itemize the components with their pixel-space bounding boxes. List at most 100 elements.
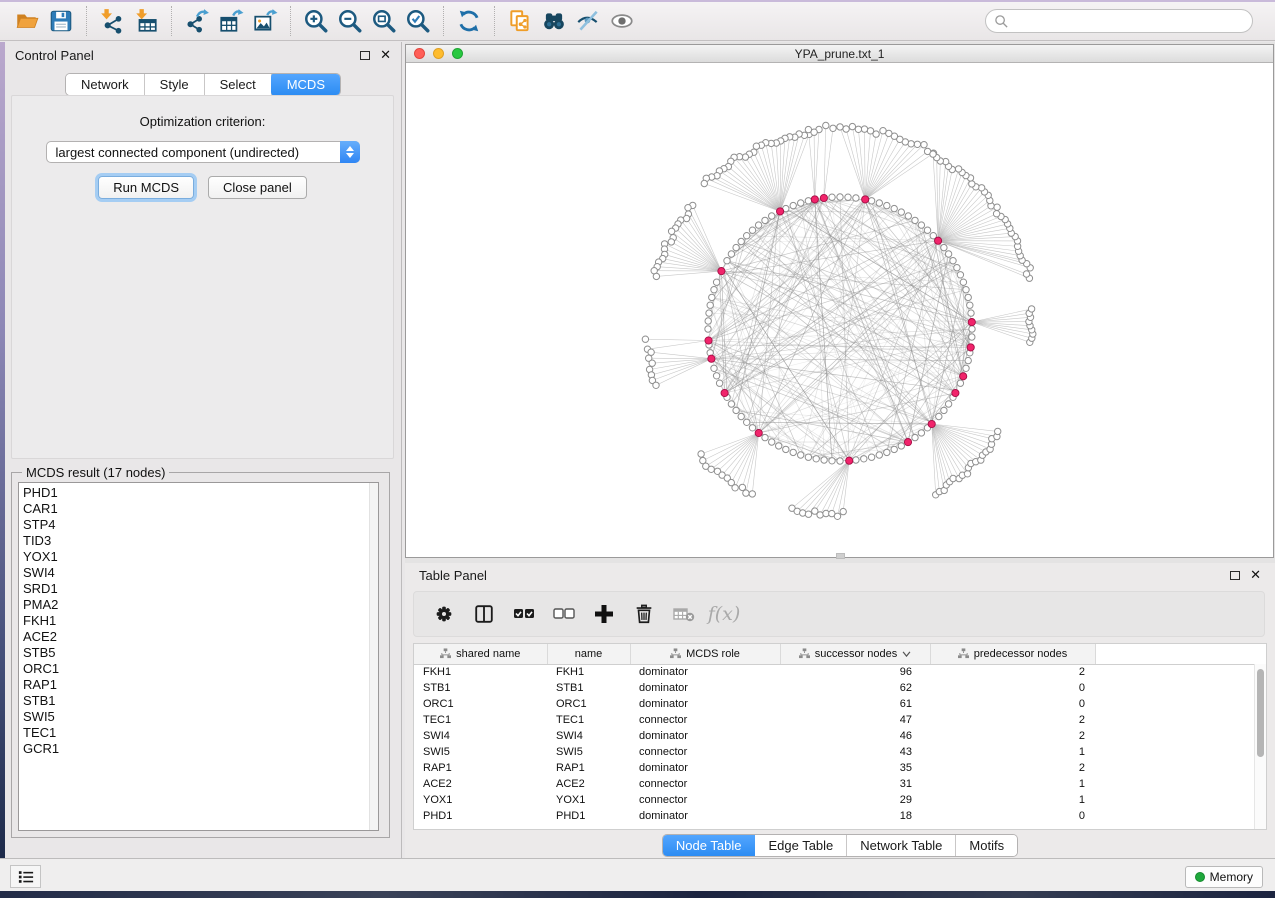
table-scrollbar-thumb[interactable] <box>1257 669 1264 757</box>
mcds-result-item[interactable]: FKH1 <box>23 613 378 629</box>
run-mcds-button[interactable]: Run MCDS <box>98 176 194 199</box>
delete-table-button[interactable] <box>666 595 702 633</box>
mcds-result-item[interactable]: PMA2 <box>23 597 378 613</box>
workspace: YPA_prune.txt_1 Table Panel ✕ <box>405 42 1275 858</box>
close-panel-button[interactable]: Close panel <box>208 176 307 199</box>
float-panel-icon[interactable] <box>360 51 370 60</box>
table-cell: 2 <box>930 760 1095 776</box>
save-button[interactable] <box>44 5 78 37</box>
table-row[interactable]: RAP1RAP1dominator352 <box>414 760 1255 776</box>
export-network-button[interactable] <box>180 5 214 37</box>
network-view-titlebar[interactable]: YPA_prune.txt_1 <box>406 45 1273 63</box>
column-layout-button[interactable] <box>466 595 502 633</box>
delete-table-icon <box>672 602 696 626</box>
table-row[interactable]: STB1STB1dominator620 <box>414 680 1255 696</box>
mcds-result-item[interactable]: SRD1 <box>23 581 378 597</box>
close-panel-icon[interactable]: ✕ <box>380 50 391 60</box>
show-hide-graphics-button[interactable] <box>571 5 605 37</box>
table-row[interactable]: YOX1YOX1connector291 <box>414 792 1255 808</box>
tab-network-table[interactable]: Network Table <box>847 835 956 856</box>
column-header-MCDS-role[interactable]: MCDS role <box>630 644 780 664</box>
export-table-button[interactable] <box>214 5 248 37</box>
table-row[interactable]: FKH1FKH1dominator962 <box>414 664 1255 680</box>
float-panel-icon[interactable] <box>1230 571 1240 580</box>
table-cell: 1 <box>930 744 1095 760</box>
table-scrollbar[interactable] <box>1254 664 1266 829</box>
column-header-predecessor-nodes[interactable]: predecessor nodes <box>930 644 1095 664</box>
main-area: Control Panel ✕ NetworkStyleSelectMCDS O… <box>0 42 1275 858</box>
show-panels-button[interactable] <box>10 865 41 888</box>
table-row[interactable]: PHD1PHD1dominator180 <box>414 808 1255 824</box>
mcds-result-item[interactable]: TEC1 <box>23 725 378 741</box>
mcds-result-item[interactable]: STB1 <box>23 693 378 709</box>
open-file-button[interactable] <box>10 5 44 37</box>
eye-button[interactable] <box>605 5 639 37</box>
column-header-successor-nodes[interactable]: successor nodes <box>780 644 930 664</box>
column-header-filler <box>1095 644 1255 664</box>
table-cell: SWI4 <box>547 728 630 744</box>
table-row[interactable]: TEC1TEC1connector472 <box>414 712 1255 728</box>
tab-select[interactable]: Select <box>205 74 272 95</box>
mcds-result-item[interactable]: SWI4 <box>23 565 378 581</box>
binoculars-button[interactable] <box>537 5 571 37</box>
copy-network-button[interactable] <box>503 5 537 37</box>
mcds-list-scrollbar[interactable] <box>369 483 378 830</box>
mcds-result-item[interactable]: SWI5 <box>23 709 378 725</box>
table-cell: 1 <box>930 792 1095 808</box>
mcds-result-item[interactable]: PHD1 <box>23 485 378 501</box>
import-table-button[interactable] <box>129 5 163 37</box>
toolbar-separator <box>171 6 172 36</box>
mcds-result-item[interactable]: ACE2 <box>23 629 378 645</box>
mcds-result-item[interactable]: ORC1 <box>23 661 378 677</box>
criterion-select[interactable]: largest connected component (undirected) <box>46 141 360 163</box>
mcds-result-item[interactable]: TID3 <box>23 533 378 549</box>
mcds-result-item[interactable]: GCR1 <box>23 741 378 757</box>
tab-network[interactable]: Network <box>66 74 145 95</box>
table-panel-titlebar: Table Panel ✕ <box>405 563 1275 587</box>
close-panel-icon[interactable]: ✕ <box>1250 570 1261 580</box>
mcds-result-item[interactable]: RAP1 <box>23 677 378 693</box>
zoom-selected-button[interactable] <box>401 5 435 37</box>
split-divider-handle[interactable] <box>836 553 845 559</box>
control-panel: Control Panel ✕ NetworkStyleSelectMCDS O… <box>5 42 402 858</box>
mcds-result-item[interactable]: STP4 <box>23 517 378 533</box>
memory-button[interactable]: Memory <box>1185 866 1263 888</box>
table-cell: TEC1 <box>414 712 547 728</box>
deselect-all-button[interactable] <box>546 595 582 633</box>
select-all-button[interactable] <box>506 595 542 633</box>
mcds-result-item[interactable]: STB5 <box>23 645 378 661</box>
tab-style[interactable]: Style <box>145 74 205 95</box>
tab-edge-table[interactable]: Edge Table <box>755 835 847 856</box>
zoom-out-button[interactable] <box>333 5 367 37</box>
tab-motifs[interactable]: Motifs <box>956 835 1017 856</box>
add-column-button[interactable] <box>586 595 622 633</box>
export-image-button[interactable] <box>248 5 282 37</box>
search-input[interactable] <box>1014 14 1244 28</box>
zoom-in-button[interactable] <box>299 5 333 37</box>
mcds-result-item[interactable]: CAR1 <box>23 501 378 517</box>
delete-button[interactable] <box>626 595 662 633</box>
mcds-result-list[interactable]: PHD1CAR1STP4TID3YOX1SWI4SRD1PMA2FKH1ACE2… <box>18 482 379 831</box>
gear-button[interactable] <box>426 595 462 633</box>
function-builder-button[interactable]: f(x) <box>706 595 742 633</box>
import-network-button[interactable] <box>95 5 129 37</box>
table-row[interactable]: ACE2ACE2connector311 <box>414 776 1255 792</box>
memory-status-icon <box>1195 872 1205 882</box>
column-header-shared-name[interactable]: shared name <box>414 644 547 664</box>
network-canvas[interactable] <box>406 63 1273 557</box>
open-file-icon <box>14 8 40 34</box>
search-field[interactable] <box>985 9 1253 33</box>
tab-mcds[interactable]: MCDS <box>271 73 341 96</box>
table-row[interactable]: SWI4SWI4dominator462 <box>414 728 1255 744</box>
mcds-result-item[interactable]: YOX1 <box>23 549 378 565</box>
zoom-selected-icon <box>405 8 431 34</box>
network-graph[interactable] <box>406 63 1273 557</box>
tab-node-table[interactable]: Node Table <box>662 834 757 857</box>
table-row[interactable]: SWI5SWI5connector431 <box>414 744 1255 760</box>
refresh-button[interactable] <box>452 5 486 37</box>
node-table[interactable]: shared namenameMCDS rolesuccessor nodesp… <box>413 643 1267 830</box>
table-row[interactable]: ORC1ORC1dominator610 <box>414 696 1255 712</box>
table-cell: 29 <box>780 792 930 808</box>
zoom-fit-button[interactable] <box>367 5 401 37</box>
column-header-name[interactable]: name <box>547 644 630 664</box>
